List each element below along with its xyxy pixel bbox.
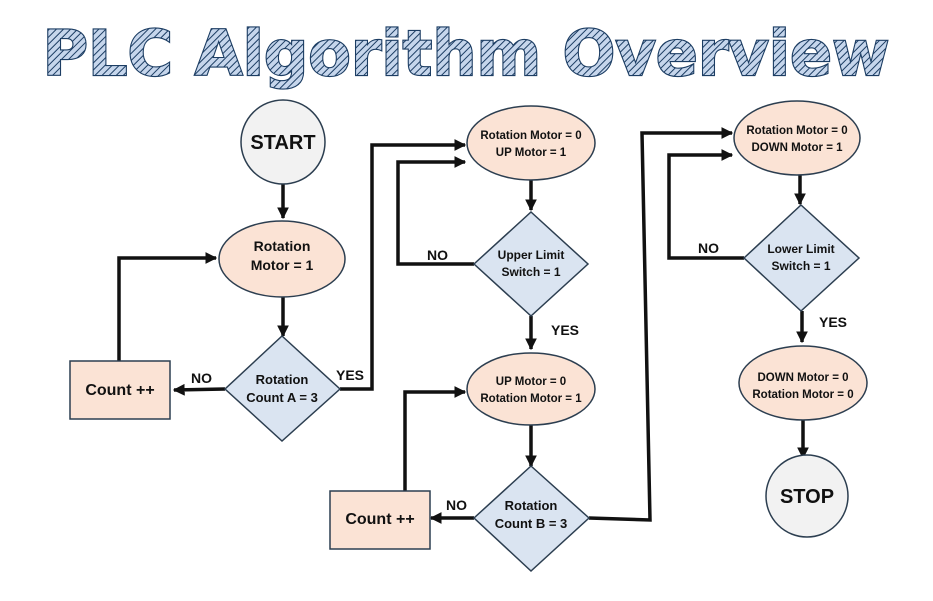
node-line: Rotation Motor = 1 <box>480 393 582 405</box>
node-line: Lower Limit <box>767 242 834 256</box>
edge-label-upper-no: NO <box>427 247 448 263</box>
process-up0-rot1: UP Motor = 0 Rotation Motor = 1 <box>466 352 596 426</box>
node-line: Switch = 1 <box>501 265 560 279</box>
node-line: DOWN Motor = 0 <box>757 372 848 384</box>
box-count-b: Count ++ <box>329 490 431 550</box>
node-line: Rotation <box>256 372 309 387</box>
flowchart: PLC Algorithm Overview NO YES NO YES NO … <box>42 16 890 573</box>
node-line: Count ++ <box>345 511 414 528</box>
edge-count-b-yes <box>588 127 734 522</box>
stop-terminal: STOP <box>765 454 849 538</box>
decision-upper-limit: Upper Limit Switch = 1 <box>472 210 590 318</box>
stop-label: STOP <box>780 486 834 508</box>
start-terminal: START <box>240 99 326 185</box>
edge-label-upper-yes: YES <box>551 322 579 338</box>
edge-count-b-loop <box>403 386 467 491</box>
edge-count-a-loop <box>117 252 218 361</box>
node-line: Rotation Motor = 0 <box>480 130 581 142</box>
box-count-a: Count ++ <box>69 360 171 420</box>
node-line: Rotation <box>254 238 311 254</box>
page-title: PLC Algorithm Overview <box>43 17 890 90</box>
node-line: Switch = 1 <box>771 259 830 273</box>
node-line: Count B = 3 <box>495 516 568 531</box>
process-down0-rot0: DOWN Motor = 0 Rotation Motor = 0 <box>738 345 868 421</box>
edge-label-lower-no: NO <box>698 240 719 256</box>
edge-count-a-yes <box>340 139 467 391</box>
nodes: START Rotation Motor = 1 Rotation Count … <box>69 99 868 573</box>
node-line: DOWN Motor = 1 <box>751 142 843 154</box>
node-line: UP Motor = 1 <box>496 147 567 159</box>
process-rot0-up1: Rotation Motor = 0 UP Motor = 1 <box>466 105 596 181</box>
decision-lower-limit: Lower Limit Switch = 1 <box>742 203 861 313</box>
process-rot0-down1: Rotation Motor = 0 DOWN Motor = 1 <box>733 100 861 176</box>
node-line: Rotation Motor = 0 <box>746 125 847 137</box>
edges <box>117 127 809 524</box>
node-line: Rotation Motor = 0 <box>752 389 853 401</box>
node-line: UP Motor = 0 <box>496 376 566 388</box>
process-rotation-motor-1: Rotation Motor = 1 <box>218 220 346 298</box>
node-line: Rotation <box>505 498 558 513</box>
edge-label-count-a-no: NO <box>191 370 212 386</box>
edge-label-count-b-no: NO <box>446 497 467 513</box>
node-line: Count A = 3 <box>246 390 318 405</box>
edge-count-a-no <box>172 383 226 396</box>
decision-rotation-count-b: Rotation Count B = 3 <box>472 464 591 573</box>
edge-label-count-a-yes: YES <box>336 367 364 383</box>
node-line: Count ++ <box>85 382 154 399</box>
decision-rotation-count-a: Rotation Count A = 3 <box>223 334 342 443</box>
start-label: START <box>250 132 315 154</box>
node-line: Motor = 1 <box>251 257 314 273</box>
edge-label-lower-yes: YES <box>819 314 847 330</box>
node-line: Upper Limit <box>498 248 565 262</box>
